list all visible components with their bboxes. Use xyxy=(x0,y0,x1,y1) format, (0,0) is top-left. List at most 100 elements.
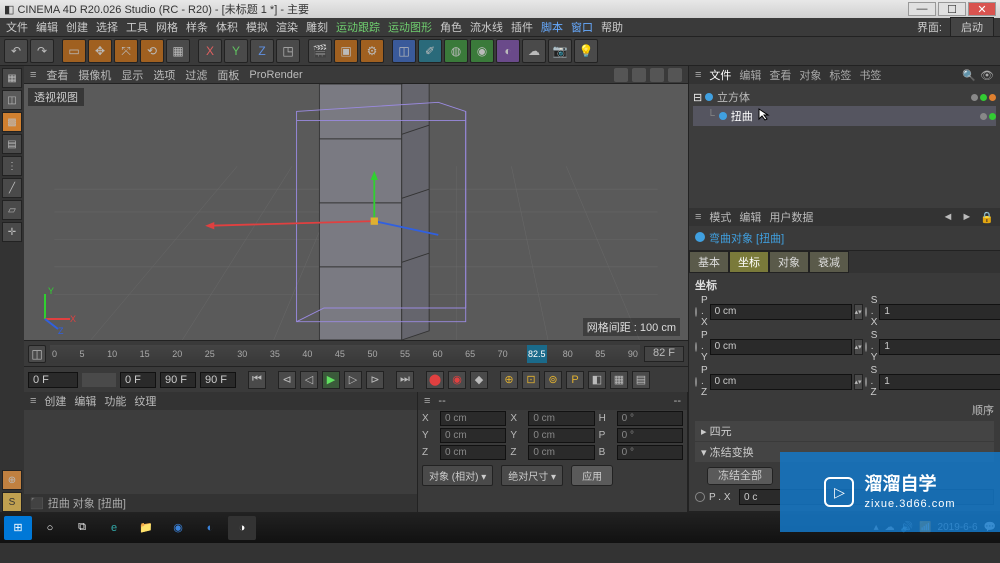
size-z-field[interactable]: 0 cm xyxy=(528,445,594,460)
autokey-button[interactable]: ◉ xyxy=(448,371,466,389)
subtab-falloff[interactable]: 衰减 xyxy=(809,251,849,273)
menu-sculpt[interactable]: 雕刻 xyxy=(306,19,328,35)
close-button[interactable]: ✕ xyxy=(968,2,996,16)
quantize-button[interactable]: S xyxy=(2,492,22,512)
om-tab-tags[interactable]: 标签 xyxy=(829,67,851,83)
subtab-coord[interactable]: 坐标 xyxy=(729,251,769,273)
task-search[interactable]: ○ xyxy=(36,516,64,540)
menu-create[interactable]: 创建 xyxy=(66,19,88,35)
quaternion-row[interactable]: ▸ 四元 xyxy=(695,421,994,441)
model-mode-button[interactable]: ◫ xyxy=(2,90,22,110)
radio-sx[interactable] xyxy=(865,307,867,317)
next-key-button[interactable]: ⊳ xyxy=(366,371,384,389)
task-view[interactable]: ⧉ xyxy=(68,516,96,540)
render-region-button[interactable]: ▣ xyxy=(334,39,358,63)
object-tree[interactable]: ⊟ 立方体 └ 扭曲 xyxy=(689,84,1000,208)
om-search-icon[interactable]: 🔍 xyxy=(962,69,976,82)
menu-character[interactable]: 角色 xyxy=(440,19,462,35)
attr-tab-edit[interactable]: 编辑 xyxy=(739,209,761,225)
texture-mode-button[interactable]: ▩ xyxy=(2,112,22,132)
play-back-button[interactable]: ◁ xyxy=(300,371,318,389)
key-pla-button[interactable]: ◧ xyxy=(588,371,606,389)
perspective-viewport[interactable]: Y X Z 透视视图 网格间距 : 100 cm xyxy=(24,84,688,340)
field-py[interactable] xyxy=(710,339,852,355)
radio-sz[interactable] xyxy=(865,377,867,387)
rot-h-field[interactable]: 0 ° xyxy=(617,411,683,426)
key-param-button[interactable]: P xyxy=(566,371,584,389)
rot-p-field[interactable]: 0 ° xyxy=(617,428,683,443)
om-tab-view[interactable]: 查看 xyxy=(769,67,791,83)
select-tool[interactable]: ▭ xyxy=(62,39,86,63)
view-start-field[interactable]: 0 F xyxy=(120,372,156,388)
rotate-tool[interactable]: ⟲ xyxy=(140,39,164,63)
attr-nav-back[interactable]: ◄ xyxy=(943,211,954,223)
menu-script[interactable]: 脚本 xyxy=(541,19,563,35)
subtab-object[interactable]: 对象 xyxy=(769,251,809,273)
coord-mode-dropdown[interactable]: 对象 (相对) ▾ xyxy=(422,465,493,486)
prev-key-button[interactable]: ⊲ xyxy=(278,371,296,389)
menu-spline[interactable]: 样条 xyxy=(186,19,208,35)
play-forward-button[interactable]: ▷ xyxy=(344,371,362,389)
vp-menu-display[interactable]: 显示 xyxy=(121,67,143,83)
menu-pipeline[interactable]: 流水线 xyxy=(470,19,503,35)
pos-y-field[interactable]: 0 cm xyxy=(440,428,506,443)
attr-tab-mode[interactable]: 模式 xyxy=(709,209,731,225)
menu-select[interactable]: 选择 xyxy=(96,19,118,35)
field-px[interactable] xyxy=(710,304,852,320)
mat-tab-tex[interactable]: 纹理 xyxy=(134,393,156,409)
redo-button[interactable]: ↷ xyxy=(30,39,54,63)
expand-icon[interactable]: ⊟ xyxy=(693,91,701,104)
key-pos-button[interactable]: ⊕ xyxy=(500,371,518,389)
tree-item-cube[interactable]: ⊟ 立方体 xyxy=(693,88,996,106)
goto-end-button[interactable]: ⏭ xyxy=(396,371,414,389)
vp-menu-filter[interactable]: 过滤 xyxy=(185,67,207,83)
undo-button[interactable]: ↶ xyxy=(4,39,28,63)
maximize-button[interactable]: ☐ xyxy=(938,2,966,16)
freeze-all-button[interactable]: 冻结全部 xyxy=(707,467,773,485)
attr-lock-icon[interactable]: 🔒 xyxy=(980,211,994,224)
key-opt2-button[interactable]: ▤ xyxy=(632,371,650,389)
menu-simulate[interactable]: 模拟 xyxy=(246,19,268,35)
menu-tools[interactable]: 工具 xyxy=(126,19,148,35)
radio-sy[interactable] xyxy=(865,342,867,352)
move-tool[interactable]: ✥ xyxy=(88,39,112,63)
last-tool[interactable]: ▦ xyxy=(166,39,190,63)
rot-b-field[interactable]: 0 ° xyxy=(617,445,683,460)
vp-menu-options[interactable]: 选项 xyxy=(153,67,175,83)
task-edge[interactable]: ◉ xyxy=(164,516,192,540)
menu-mesh[interactable]: 网格 xyxy=(156,19,178,35)
minimize-button[interactable]: — xyxy=(908,2,936,16)
material-area[interactable] xyxy=(24,410,417,494)
camera-button[interactable]: 📷 xyxy=(548,39,572,63)
range-end-field[interactable]: 90 F xyxy=(200,372,236,388)
apply-button[interactable]: 应用 xyxy=(571,465,613,486)
render-settings-button[interactable]: ⚙ xyxy=(360,39,384,63)
generator2-button[interactable]: ◉ xyxy=(470,39,494,63)
vp-menu-panel[interactable]: 面板 xyxy=(217,67,239,83)
menu-mograph[interactable]: 运动图形 xyxy=(388,19,432,35)
z-axis-lock[interactable]: Z xyxy=(250,39,274,63)
vp-nav-4[interactable] xyxy=(668,68,682,82)
keyframe-selection-button[interactable]: ◆ xyxy=(470,371,488,389)
environment-button[interactable]: ☁ xyxy=(522,39,546,63)
timeline-current-frame[interactable]: 82 F xyxy=(644,346,684,362)
attr-tab-userdata[interactable]: 用户数据 xyxy=(769,209,813,225)
menu-help[interactable]: 帮助 xyxy=(601,19,623,35)
tree-item-twist[interactable]: └ 扭曲 xyxy=(693,106,996,126)
mat-tab-func[interactable]: 功能 xyxy=(104,393,126,409)
make-editable-button[interactable]: ▦ xyxy=(2,68,22,88)
coord-system[interactable]: ◳ xyxy=(276,39,300,63)
task-c4d[interactable]: ◑ xyxy=(228,516,256,540)
attr-nav-fwd[interactable]: ► xyxy=(961,211,972,223)
mat-tab-create[interactable]: 创建 xyxy=(44,393,66,409)
key-scale-button[interactable]: ⊡ xyxy=(522,371,540,389)
field-pz[interactable] xyxy=(710,374,852,390)
task-folder[interactable]: 📁 xyxy=(132,516,160,540)
cube-primitive[interactable]: ◫ xyxy=(392,39,416,63)
workplane-button[interactable]: ▤ xyxy=(2,134,22,154)
range-start-field[interactable]: 0 F xyxy=(28,372,78,388)
menu-volume[interactable]: 体积 xyxy=(216,19,238,35)
om-tab-edit[interactable]: 编辑 xyxy=(739,67,761,83)
menu-file[interactable]: 文件 xyxy=(6,19,28,35)
menu-motiontrack[interactable]: 运动跟踪 xyxy=(336,19,380,35)
